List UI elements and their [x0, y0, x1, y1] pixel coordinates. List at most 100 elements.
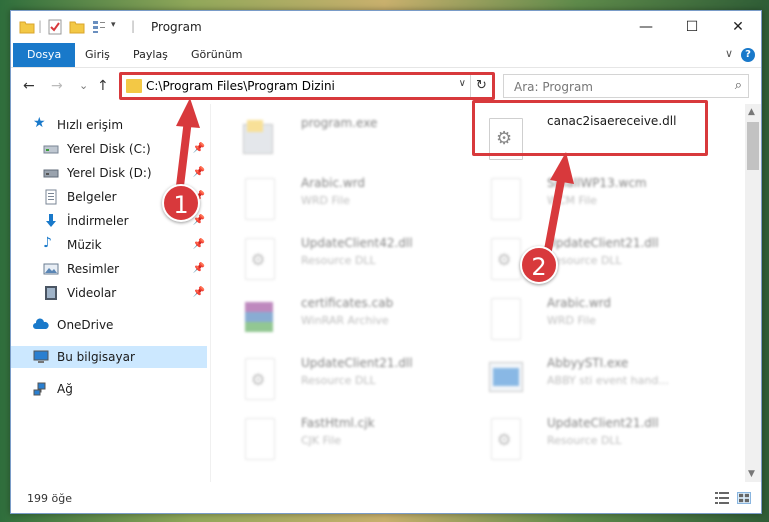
file-type: WCM File	[547, 194, 597, 207]
file-item[interactable]: Arabic.wrd WRD File	[481, 290, 721, 346]
cloud-icon	[33, 318, 49, 329]
sidebar-item-label: OneDrive	[57, 318, 114, 332]
sidebar-item-local-disk-d[interactable]: Yerel Disk (D:) 📌	[11, 162, 207, 184]
file-type: Resource DLL	[301, 374, 376, 387]
search-placeholder: Ara: Program	[514, 80, 593, 94]
callout-1: 1	[162, 184, 200, 222]
sidebar-item-label: İndirmeler	[67, 214, 129, 228]
drive-icon	[43, 145, 59, 154]
file-name: Arabic.wrd	[547, 296, 612, 310]
sidebar-item-label: Yerel Disk (C:)	[67, 142, 151, 156]
file-type: CJK File	[301, 434, 342, 447]
scrollbar-thumb[interactable]	[747, 122, 759, 170]
file-item[interactable]: ⚙ UpdateClient21.dll Resource DLL	[481, 410, 721, 466]
dll-icon: ⚙	[485, 416, 525, 462]
close-button[interactable]: ✕	[715, 11, 761, 43]
pin-icon[interactable]: 📌	[193, 239, 205, 250]
star-icon: ★	[33, 115, 46, 131]
pin-icon[interactable]: 📌	[193, 167, 205, 178]
sidebar-item-quick-access[interactable]: ★ Hızlı erişim	[11, 114, 207, 136]
file-name: SmallWP13.wcm	[547, 176, 647, 190]
tab-view[interactable]: Görünüm	[179, 43, 254, 67]
computer-icon	[33, 350, 49, 363]
toolbar-separator: |	[38, 19, 43, 33]
pin-icon[interactable]: 📌	[193, 287, 205, 298]
help-icon[interactable]: ?	[741, 48, 755, 62]
pin-icon[interactable]: 📌	[193, 143, 205, 154]
file-item[interactable]: FastHtml.cjk CJK File	[235, 410, 475, 466]
file-type: WinRAR Archive	[301, 314, 389, 327]
expand-ribbon-icon[interactable]: ∨	[725, 47, 733, 60]
scroll-up-icon[interactable]: ▲	[748, 107, 755, 117]
network-icon	[33, 382, 46, 396]
sidebar-item-music[interactable]: ♪ Müzik 📌	[11, 234, 207, 256]
title-bar[interactable]: | ▾ | Program — ☐ ✕	[11, 11, 761, 43]
file-item[interactable]: Arabic.wrd WRD File	[235, 170, 475, 226]
dll-highlight-box	[472, 100, 708, 156]
file-item[interactable]: certificates.cab WinRAR Archive	[235, 290, 475, 346]
tab-file[interactable]: Dosya	[13, 43, 76, 67]
search-icon: ⌕	[734, 78, 742, 93]
sidebar-item-pictures[interactable]: Resimler 📌	[11, 258, 207, 280]
forward-icon[interactable]: →	[51, 78, 63, 94]
back-icon[interactable]: ←	[23, 78, 35, 94]
file-icon	[485, 296, 525, 342]
vertical-scrollbar[interactable]: ▲ ▼	[745, 104, 761, 482]
file-name: Arabic.wrd	[301, 176, 366, 190]
maximize-button[interactable]: ☐	[669, 11, 715, 43]
sidebar-item-label: Ağ	[57, 382, 73, 396]
pin-icon[interactable]: 📌	[193, 263, 205, 274]
tab-home[interactable]: Giriş	[73, 43, 122, 67]
properties-icon[interactable]	[47, 19, 63, 35]
navigation-bar: ← → ⌄ ↑ C:\Program Files\Program Dizini …	[11, 68, 761, 104]
pin-icon[interactable]: 📌	[193, 215, 205, 226]
file-item[interactable]: AbbyySTI.exe ABBY sti event hand...	[481, 350, 721, 406]
sidebar-item-label: Videolar	[67, 286, 117, 300]
file-item[interactable]: SmallWP13.wcm WCM File	[481, 170, 721, 226]
details-view-icon[interactable]	[715, 492, 729, 504]
file-item[interactable]: ⚙ UpdateClient21.dll Resource DLL	[481, 230, 721, 286]
up-icon[interactable]: ↑	[97, 78, 109, 94]
recent-locations-icon[interactable]: ⌄	[79, 79, 88, 92]
file-icon	[485, 176, 525, 222]
file-name: UpdateClient21.dll	[547, 416, 659, 430]
file-type: WRD File	[301, 194, 350, 207]
file-item[interactable]: ⚙ UpdateClient42.dll Resource DLL	[235, 230, 475, 286]
exe-icon	[485, 356, 525, 402]
window-title: Program	[151, 20, 202, 34]
large-icons-view-icon[interactable]	[737, 492, 751, 504]
file-icon	[239, 416, 279, 462]
file-type: Resource DLL	[547, 434, 622, 447]
search-input[interactable]: Ara: Program ⌕	[503, 74, 749, 98]
sidebar-item-local-disk-c[interactable]: Yerel Disk (C:) 📌	[11, 138, 207, 160]
status-bar: 199 öğe	[11, 482, 761, 513]
file-name: UpdateClient42.dll	[301, 236, 413, 250]
file-item[interactable]: ⚙ UpdateClient21.dll Resource DLL	[235, 350, 475, 406]
customize-toolbar-icon[interactable]	[91, 19, 107, 35]
music-icon: ♪	[43, 235, 52, 251]
address-highlight-box	[119, 72, 495, 100]
file-name: FastHtml.cjk	[301, 416, 375, 430]
sidebar-item-label: Müzik	[67, 238, 102, 252]
ribbon-tabs: Dosya Giriş Paylaş Görünüm ∨ ?	[11, 43, 761, 68]
sidebar-item-label: Bu bilgisayar	[57, 350, 135, 364]
scroll-down-icon[interactable]: ▼	[748, 469, 755, 479]
file-item[interactable]: program.exe	[235, 110, 475, 166]
quick-access-dropdown-icon[interactable]: ▾	[111, 20, 116, 30]
sidebar-item-this-pc[interactable]: Bu bilgisayar	[11, 346, 207, 368]
drive-icon	[43, 169, 59, 178]
dll-icon: ⚙	[239, 356, 279, 402]
sidebar-item-onedrive[interactable]: OneDrive	[11, 314, 207, 336]
file-icon	[239, 176, 279, 222]
documents-icon	[45, 189, 57, 205]
tab-share[interactable]: Paylaş	[121, 43, 180, 67]
minimize-button[interactable]: —	[623, 11, 669, 43]
item-count: 199 öğe	[27, 492, 72, 505]
sidebar-item-label: Hızlı erişim	[57, 118, 124, 132]
sidebar-item-network[interactable]: Ağ	[11, 378, 207, 400]
pictures-icon	[43, 263, 59, 275]
file-name: certificates.cab	[301, 296, 394, 310]
new-folder-icon[interactable]	[69, 19, 85, 35]
sidebar-item-videos[interactable]: Videolar 📌	[11, 282, 207, 304]
file-type: ABBY sti event hand...	[547, 374, 669, 387]
